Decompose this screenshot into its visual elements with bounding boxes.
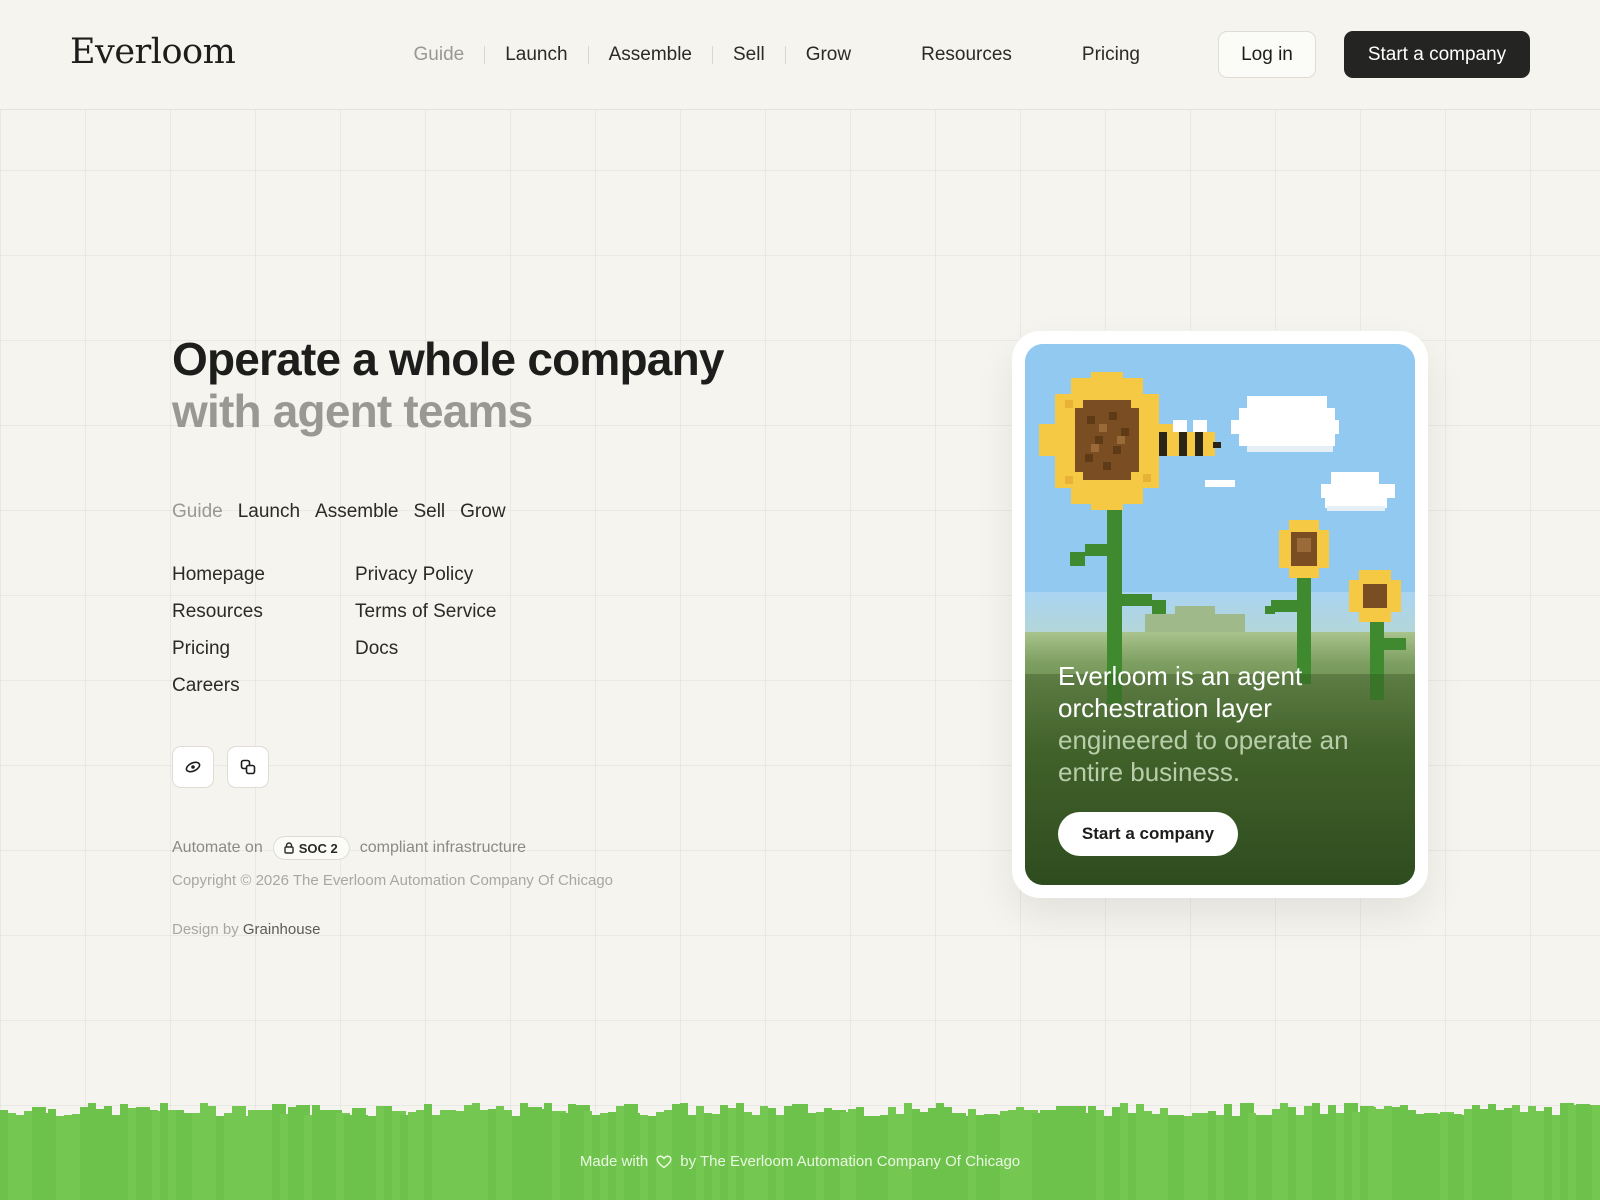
footer-links-col1: Homepage Resources Pricing Careers: [172, 563, 265, 697]
main-nav: Guide Launch Assemble Sell Grow Resource…: [394, 40, 1160, 70]
design-credit-prefix: Design by: [172, 921, 239, 938]
social-copy-button[interactable]: [227, 746, 269, 788]
soc2-badge[interactable]: SOC 2: [272, 836, 350, 860]
pixel-grass-footer: [0, 1103, 1600, 1200]
hero-title-line1: Operate a whole company: [172, 333, 724, 385]
hero-title: Operate a whole company with agent teams: [172, 333, 724, 437]
brand-logo[interactable]: Everloom: [70, 32, 236, 72]
link-homepage[interactable]: Homepage: [172, 563, 265, 586]
footer-links-col2: Privacy Policy Terms of Service Docs: [355, 563, 496, 660]
compliance-line: Automate on SOC 2 compliant infrastructu…: [172, 836, 526, 860]
start-company-button[interactable]: Start a company: [1344, 31, 1530, 78]
card-headline-line4: entire business.: [1058, 757, 1241, 787]
section-nav-assemble[interactable]: Assemble: [315, 501, 398, 523]
nav-guide[interactable]: Guide: [394, 44, 485, 66]
link-resources[interactable]: Resources: [172, 600, 265, 623]
heart-icon: [656, 1154, 672, 1168]
link-pricing[interactable]: Pricing: [172, 637, 265, 660]
section-nav-grow[interactable]: Grow: [460, 501, 505, 523]
section-nav-guide[interactable]: Guide: [172, 501, 223, 523]
card-headline-line2: orchestration layer: [1058, 693, 1272, 723]
login-button[interactable]: Log in: [1218, 31, 1316, 78]
nav-launch[interactable]: Launch: [485, 44, 587, 66]
nav-sell[interactable]: Sell: [713, 44, 785, 66]
card-headline-line3: engineered to operate an: [1058, 725, 1349, 755]
nav-pricing[interactable]: Pricing: [1062, 44, 1160, 66]
soc2-badge-label: SOC 2: [298, 840, 338, 856]
social-link-button[interactable]: [172, 746, 214, 788]
design-credit: Design by Grainhouse: [172, 921, 320, 938]
made-with-credit: Made with by The Everloom Automation Com…: [0, 1153, 1600, 1170]
card-headline-line1: Everloom is an agent: [1058, 661, 1303, 691]
section-nav-launch[interactable]: Launch: [238, 501, 300, 523]
section-nav-sell[interactable]: Sell: [413, 501, 445, 523]
pixel-sunflower-illustration: [1025, 344, 1415, 885]
link-privacy-policy[interactable]: Privacy Policy: [355, 563, 496, 586]
section-nav: Guide Launch Assemble Sell Grow: [172, 501, 506, 523]
promo-card: Everloom is an agent orchestration layer…: [1025, 344, 1415, 885]
design-studio-link[interactable]: Grainhouse: [243, 921, 321, 938]
made-with-suffix: by The Everloom Automation Company Of Ch…: [680, 1153, 1021, 1170]
lock-icon: [284, 842, 294, 854]
link-docs[interactable]: Docs: [355, 637, 496, 660]
nav-assemble[interactable]: Assemble: [589, 44, 712, 66]
nav-resources[interactable]: Resources: [901, 44, 1032, 66]
card-headline: Everloom is an agent orchestration layer…: [1058, 660, 1388, 788]
compliance-prefix: Automate on: [172, 839, 263, 856]
link-terms-of-service[interactable]: Terms of Service: [355, 600, 496, 623]
card-start-company-button[interactable]: Start a company: [1058, 812, 1238, 856]
hero-title-line2: with agent teams: [172, 385, 533, 437]
nav-grow[interactable]: Grow: [786, 44, 871, 66]
site-header: Everloom Guide Launch Assemble Sell Grow…: [0, 0, 1600, 110]
made-with-prefix: Made with: [579, 1153, 649, 1170]
copyright: Copyright © 2026 The Everloom Automation…: [172, 872, 614, 889]
link-careers[interactable]: Careers: [172, 674, 265, 697]
copy-icon: [240, 759, 256, 775]
compliance-suffix: compliant infrastructure: [359, 839, 527, 856]
link-icon: [185, 761, 201, 773]
